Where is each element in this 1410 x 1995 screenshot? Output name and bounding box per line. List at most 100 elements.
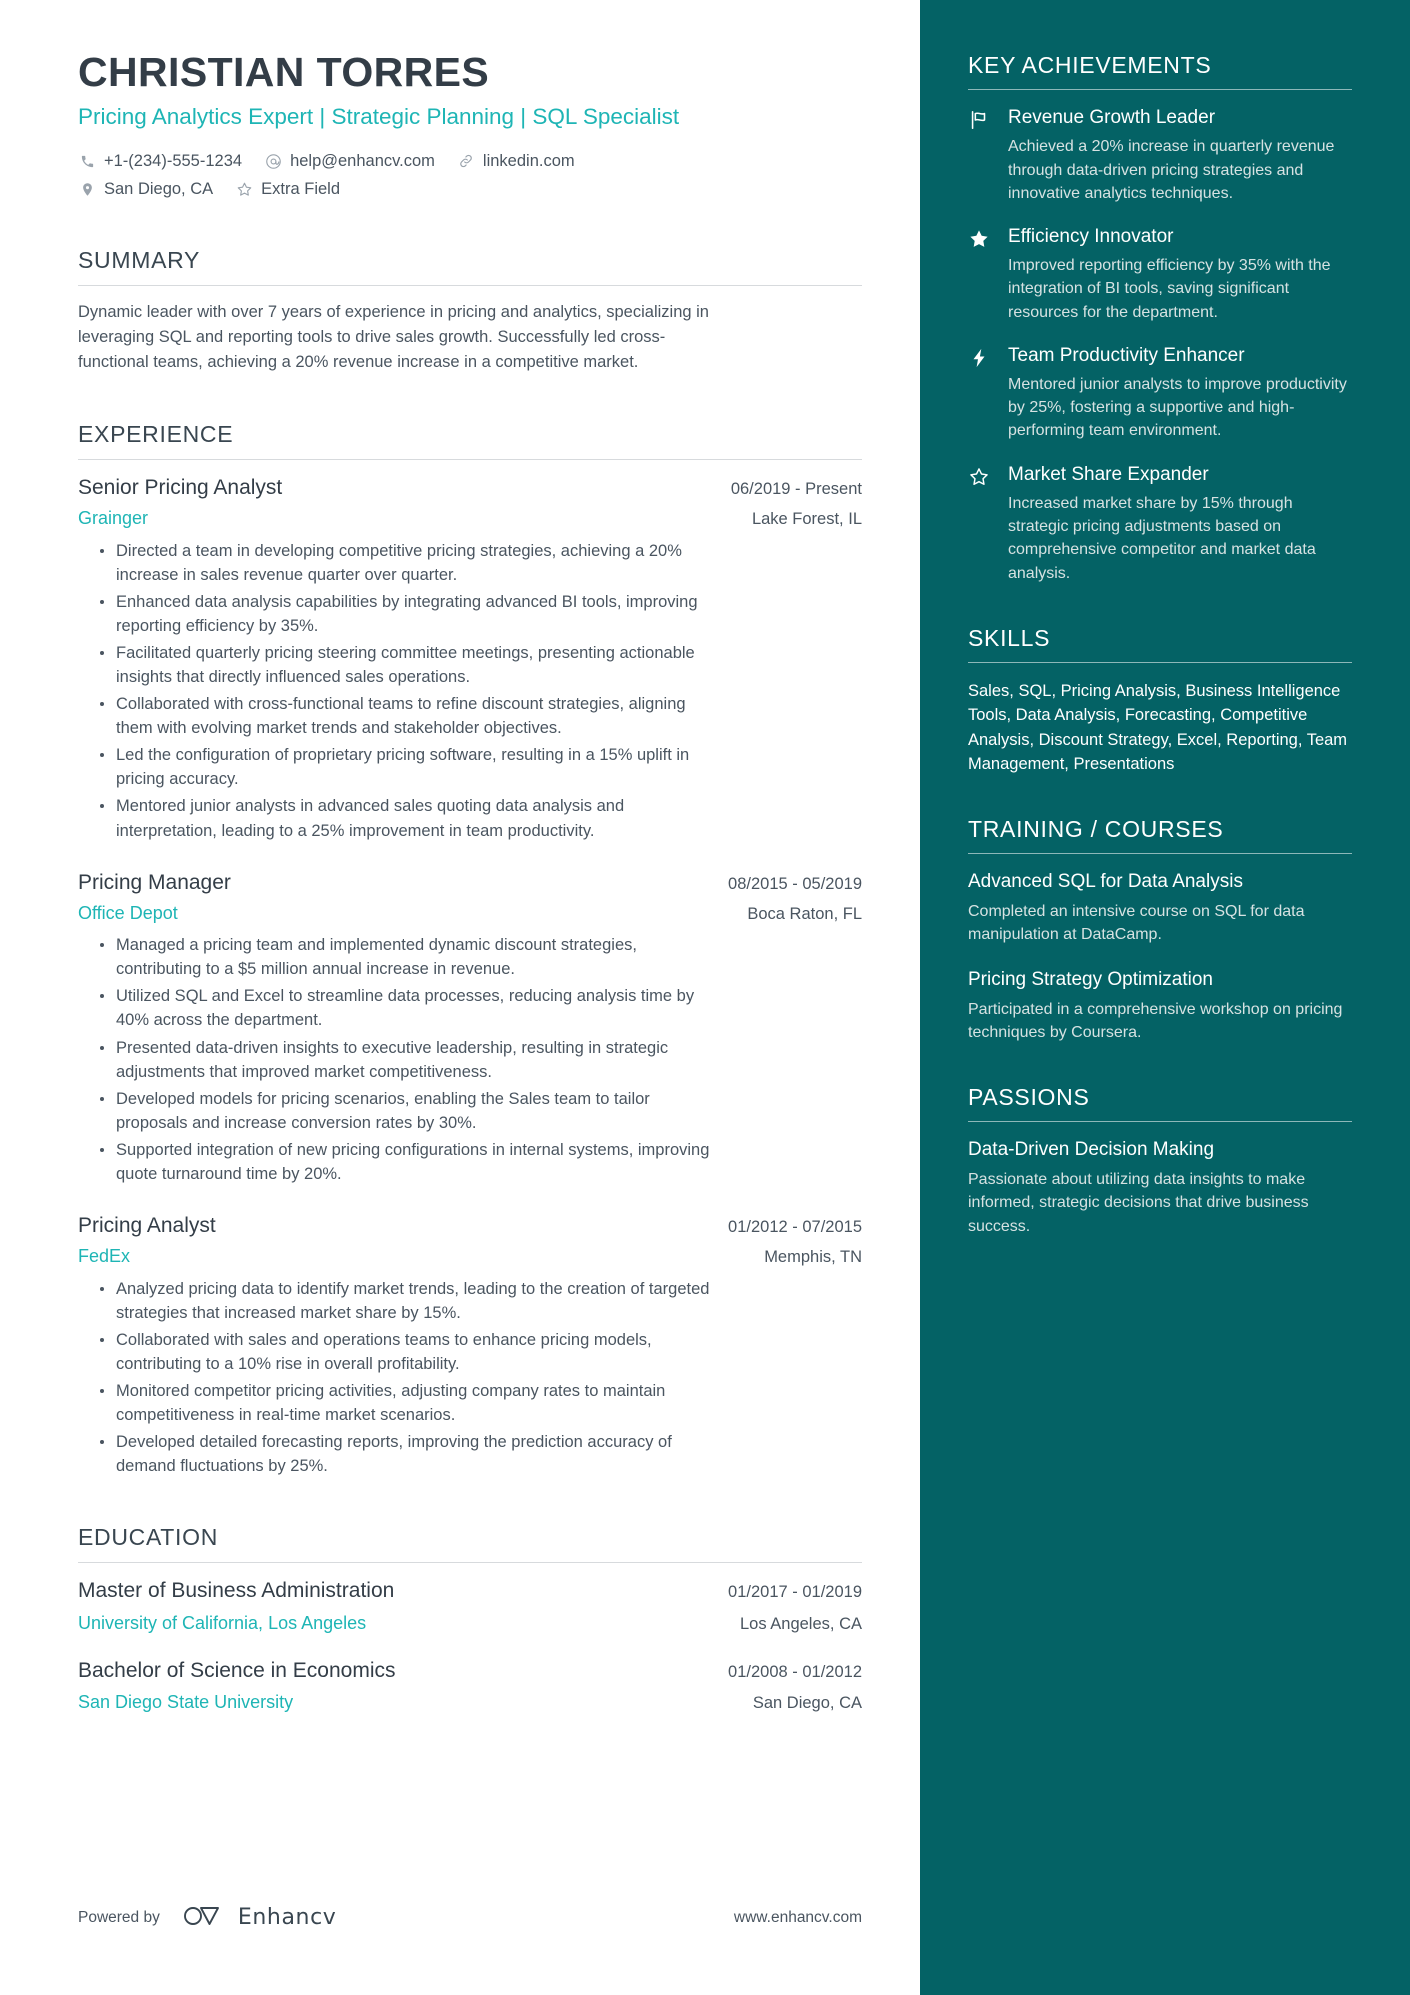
- education-heading: EDUCATION: [78, 1524, 219, 1551]
- achievement-body: Revenue Growth Leader Achieved a 20% inc…: [1008, 106, 1352, 205]
- job-bullet: Directed a team in developing competitiv…: [100, 539, 718, 587]
- passion-title: Data-Driven Decision Making: [968, 1139, 1215, 1161]
- skills-divider: [968, 661, 1352, 663]
- job-bullet: Enhanced data analysis capabilities by i…: [100, 590, 718, 638]
- job-bullet: Analyzed pricing data to identify market…: [100, 1277, 718, 1325]
- job-bullet: Utilized SQL and Excel to streamline dat…: [100, 984, 718, 1032]
- achievement-title: Efficiency Innovator: [1008, 225, 1174, 247]
- education-header-row: Master of Business Administration 01/201…: [78, 1577, 862, 1605]
- education-header-row: Bachelor of Science in Economics 01/2008…: [78, 1657, 862, 1685]
- contact-info: +1-(234)-555-1234 help@enhancv.com linke…: [78, 150, 862, 201]
- contact-linkedin-text: linkedin.com: [482, 151, 575, 170]
- section-key-achievements: KEY ACHIEVEMENTS Revenue Growth Leader A…: [968, 52, 1352, 585]
- education-school: University of California, Los Angeles: [78, 1612, 367, 1633]
- footer-url[interactable]: www.enhancv.com: [734, 1909, 862, 1927]
- contact-location-text: San Diego, CA: [104, 179, 214, 198]
- achievement-item: Team Productivity Enhancer Mentored juni…: [968, 344, 1352, 443]
- candidate-headline: Pricing Analytics Expert | Strategic Pla…: [78, 103, 680, 129]
- education-divider: [78, 1562, 862, 1564]
- achievement-item: Market Share Expander Increased market s…: [968, 463, 1352, 585]
- summary-text: Dynamic leader with over 7 years of expe…: [78, 302, 709, 371]
- powered-by-label: Powered by: [78, 1908, 160, 1926]
- contact-row-1: +1-(234)-555-1234 help@enhancv.com linke…: [78, 150, 862, 173]
- achievement-title: Market Share Expander: [1008, 463, 1209, 485]
- experience-entry: Pricing Manager 08/2015 - 05/2019 Office…: [78, 869, 862, 1186]
- education-subheader-row: University of California, Los Angeles Lo…: [78, 1611, 862, 1635]
- job-bullet: Collaborated with sales and operations t…: [100, 1328, 718, 1376]
- star-outline-icon: [235, 180, 254, 199]
- education-location: Los Angeles, CA: [740, 1614, 862, 1633]
- enhancv-brand-name: Enhancv: [237, 1905, 337, 1930]
- contact-linkedin[interactable]: linkedin.com: [457, 150, 575, 173]
- star-filled-icon: [968, 225, 994, 324]
- section-skills: SKILLS Sales, SQL, Pricing Analysis, Bus…: [968, 625, 1352, 777]
- job-company: Office Depot: [78, 902, 178, 923]
- achievement-body: Team Productivity Enhancer Mentored juni…: [1008, 344, 1352, 443]
- job-title: Pricing Analyst: [78, 1214, 216, 1238]
- education-school: San Diego State University: [78, 1692, 294, 1713]
- achievement-title: Team Productivity Enhancer: [1008, 344, 1245, 366]
- job-location: Lake Forest, IL: [751, 510, 862, 529]
- passions-divider: [968, 1121, 1352, 1123]
- job-bullet-list: Analyzed pricing data to identify market…: [100, 1277, 862, 1479]
- job-dates: 01/2012 - 07/2015: [728, 1218, 862, 1237]
- course-description: Participated in a comprehensive workshop…: [968, 1001, 1343, 1042]
- job-bullet-list: Managed a pricing team and implemented d…: [100, 933, 862, 1186]
- job-dates: 08/2015 - 05/2019: [728, 874, 862, 893]
- training-heading: TRAINING / COURSES: [968, 816, 1224, 843]
- course-description: Completed an intensive course on SQL for…: [968, 903, 1305, 944]
- contact-email-text: help@enhancv.com: [290, 151, 435, 170]
- job-bullet: Supported integration of new pricing con…: [100, 1138, 718, 1186]
- job-location: Memphis, TN: [764, 1248, 862, 1267]
- passions-heading: PASSIONS: [968, 1084, 1090, 1111]
- job-bullet: Collaborated with cross-functional teams…: [100, 692, 718, 740]
- job-title: Senior Pricing Analyst: [78, 476, 283, 500]
- email-icon: [264, 152, 283, 171]
- education-degree: Master of Business Administration: [78, 1579, 395, 1603]
- job-dates: 06/2019 - Present: [730, 480, 862, 499]
- job-company: Grainger: [78, 508, 149, 529]
- key-achievements-heading: KEY ACHIEVEMENTS: [968, 52, 1212, 78]
- education-entry: Master of Business Administration 01/201…: [78, 1577, 862, 1635]
- job-bullet: Presented data-driven insights to execut…: [100, 1036, 718, 1084]
- passion-description: Passionate about utilizing data insights…: [968, 1171, 1309, 1235]
- achievement-title: Revenue Growth Leader: [1008, 107, 1216, 128]
- experience-entry: Senior Pricing Analyst 06/2019 - Present…: [78, 474, 862, 843]
- passion-item: Data-Driven Decision Making Passionate a…: [968, 1138, 1352, 1237]
- enhancv-logo-icon: [182, 1902, 228, 1933]
- contact-extra-field: Extra Field: [235, 178, 340, 201]
- location-pin-icon: [78, 180, 97, 199]
- job-bullet: Managed a pricing team and implemented d…: [100, 933, 718, 981]
- job-bullet: Led the configuration of proprietary pri…: [100, 743, 718, 791]
- achievement-description: Achieved a 20% increase in quarterly rev…: [1008, 138, 1335, 202]
- main-column: CHRISTIAN TORRES Pricing Analytics Exper…: [0, 0, 920, 1995]
- job-subheader-row: Office Depot Boca Raton, FL: [78, 901, 862, 925]
- course-title: Pricing Strategy Optimization: [968, 969, 1213, 991]
- education-entry: Bachelor of Science in Economics 01/2008…: [78, 1657, 862, 1715]
- job-subheader-row: FedEx Memphis, TN: [78, 1244, 862, 1268]
- phone-icon: [78, 152, 97, 171]
- job-bullet: Facilitated quarterly pricing steering c…: [100, 641, 718, 689]
- education-subheader-row: San Diego State University San Diego, CA: [78, 1690, 862, 1714]
- powered-by-block: Powered by Enhancv: [78, 1902, 336, 1933]
- section-training-courses: TRAINING / COURSES Advanced SQL for Data…: [968, 816, 1352, 1044]
- job-bullet: Monitored competitor pricing activities,…: [100, 1379, 718, 1427]
- job-title: Pricing Manager: [78, 870, 231, 894]
- achievement-description: Mentored junior analysts to improve prod…: [1008, 376, 1347, 440]
- achievement-body: Market Share Expander Increased market s…: [1008, 463, 1352, 585]
- flag-icon: [968, 106, 994, 205]
- sidebar-column: KEY ACHIEVEMENTS Revenue Growth Leader A…: [920, 0, 1410, 1995]
- section-experience: EXPERIENCE Senior Pricing Analyst 06/201…: [78, 421, 862, 1478]
- key-achievements-divider: [968, 89, 1352, 90]
- experience-divider: [78, 459, 862, 461]
- section-passions: PASSIONS Data-Driven Decision Making Pas…: [968, 1084, 1352, 1237]
- page-footer: Powered by Enhancv www.enhancv.com: [78, 1902, 862, 1933]
- achievement-item: Revenue Growth Leader Achieved a 20% inc…: [968, 106, 1352, 205]
- course-title: Advanced SQL for Data Analysis: [968, 871, 1243, 893]
- job-subheader-row: Grainger Lake Forest, IL: [78, 506, 862, 530]
- education-location: San Diego, CA: [752, 1694, 862, 1713]
- job-bullet: Developed models for pricing scenarios, …: [100, 1087, 718, 1135]
- achievement-body: Efficiency Innovator Improved reporting …: [1008, 225, 1352, 324]
- contact-phone: +1-(234)-555-1234: [78, 150, 242, 173]
- skills-heading: SKILLS: [968, 624, 1051, 651]
